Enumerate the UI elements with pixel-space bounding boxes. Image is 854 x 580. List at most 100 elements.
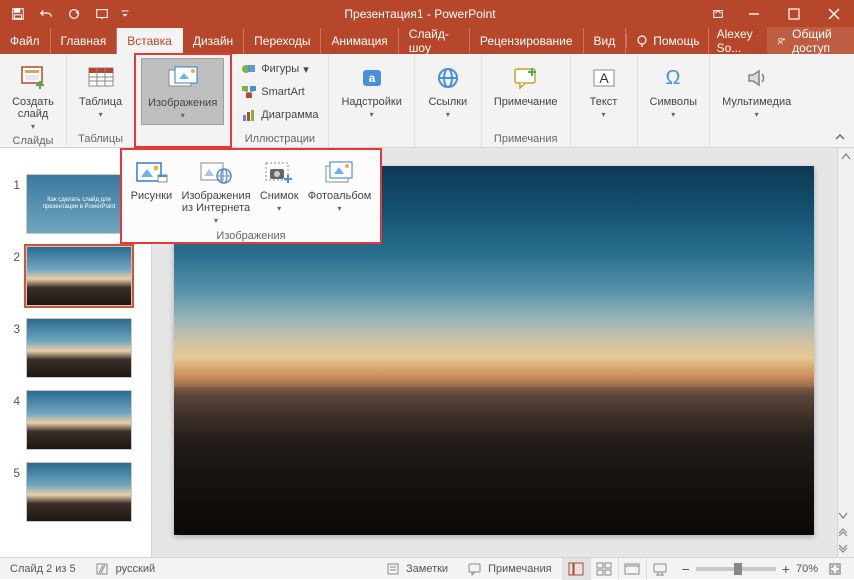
chevron-down-icon: ▾: [99, 110, 103, 119]
symbols-button[interactable]: Ω Символы ▾: [644, 58, 704, 123]
prev-slide-button[interactable]: [838, 523, 848, 540]
svg-text:A: A: [599, 70, 609, 86]
tab-home[interactable]: Главная: [51, 28, 118, 54]
account-name[interactable]: Alexey So...: [708, 27, 768, 55]
chart-button[interactable]: Диаграмма: [237, 104, 322, 126]
tab-file[interactable]: Файл: [0, 28, 51, 54]
close-button[interactable]: [814, 0, 854, 28]
thumbnail-slide-image[interactable]: Как сделать слайд для презентации в Powe…: [26, 174, 132, 234]
camera-icon: [262, 158, 296, 188]
table-icon: [85, 62, 117, 94]
chevron-down-icon: ▾: [31, 122, 35, 131]
ribbon-display-options-button[interactable]: [702, 0, 734, 28]
status-language[interactable]: русский: [86, 562, 165, 576]
reading-view-button[interactable]: [618, 558, 646, 580]
comments-button[interactable]: Примечание: [488, 58, 564, 112]
picture-icon: [134, 158, 168, 188]
smartart-button[interactable]: SmartArt: [237, 81, 322, 103]
fit-to-window-button[interactable]: [824, 558, 846, 580]
notes-button[interactable]: Заметки: [376, 562, 458, 576]
new-slide-button[interactable]: Создать слайд ▾: [6, 58, 60, 135]
media-button[interactable]: Мультимедиа ▾: [716, 58, 797, 123]
redo-button[interactable]: [62, 2, 86, 26]
qat-customize-button[interactable]: [118, 2, 132, 26]
new-slide-icon: [17, 62, 49, 94]
thumbnail-slide-image[interactable]: [26, 390, 132, 450]
spellcheck-icon: [96, 562, 110, 576]
scroll-down-button[interactable]: [838, 506, 848, 523]
collapse-ribbon-button[interactable]: [832, 129, 848, 145]
thumbnail-slide-image[interactable]: [26, 318, 132, 378]
gallery-label: Изображения: [122, 227, 380, 246]
group-media: Мультимедиа ▾ .: [710, 54, 803, 147]
tab-animation[interactable]: Анимация: [321, 28, 398, 54]
online-pictures-button[interactable]: Изображения из Интернета ▾: [179, 156, 252, 227]
ribbon-tab-strip: Файл Главная Вставка Дизайн Переходы Ани…: [0, 28, 854, 54]
photo-album-button[interactable]: Фотоальбом ▾: [306, 156, 374, 215]
window-controls: [702, 0, 854, 28]
thumbnail-slide-4[interactable]: 4: [0, 384, 151, 456]
links-button[interactable]: Ссылки ▾: [421, 58, 475, 123]
maximize-button[interactable]: [774, 0, 814, 28]
speaker-icon: [741, 62, 773, 94]
normal-view-button[interactable]: [562, 558, 590, 580]
chevron-down-icon: ▾: [446, 110, 450, 119]
comments-toggle-button[interactable]: Примечания: [458, 562, 562, 576]
group-illustrations: Фигуры ▾ SmartArt Диаграмма Иллюстрации: [231, 54, 329, 147]
addins-button[interactable]: a Надстройки ▾: [335, 58, 407, 123]
quick-access-toolbar: [0, 2, 138, 26]
zoom-out-button[interactable]: −: [682, 561, 690, 577]
share-label: Общий доступ: [792, 27, 844, 55]
addins-icon: a: [356, 62, 388, 94]
screenshot-button[interactable]: Снимок ▾: [258, 156, 301, 215]
tab-review[interactable]: Рецензирование: [470, 28, 584, 54]
group-links: Ссылки ▾ .: [415, 54, 482, 147]
tab-view[interactable]: Вид: [584, 28, 627, 54]
pictures-button[interactable]: Рисунки: [129, 156, 175, 204]
save-button[interactable]: [6, 2, 30, 26]
zoom-slider-thumb[interactable]: [734, 563, 742, 575]
status-slide-counter[interactable]: Слайд 2 из 5: [0, 563, 86, 575]
chevron-down-icon: ▾: [338, 204, 342, 213]
vertical-scrollbar[interactable]: [837, 148, 854, 557]
slideshow-view-button[interactable]: [646, 558, 674, 580]
zoom-in-button[interactable]: +: [782, 561, 790, 577]
zoom-slider[interactable]: [696, 567, 776, 571]
chevron-down-icon: ▾: [755, 110, 759, 119]
online-picture-icon: [199, 158, 233, 188]
tab-transitions[interactable]: Переходы: [244, 28, 321, 54]
link-icon: [432, 62, 464, 94]
omega-icon: Ω: [657, 62, 689, 94]
slide-sorter-view-button[interactable]: [590, 558, 618, 580]
scroll-up-button[interactable]: [838, 148, 854, 165]
share-button[interactable]: Общий доступ: [767, 27, 854, 55]
start-from-beginning-button[interactable]: [90, 2, 114, 26]
chevron-down-icon: ▾: [181, 111, 185, 120]
table-button[interactable]: Таблица ▾: [73, 58, 128, 123]
svg-text:Ω: Ω: [666, 67, 681, 89]
chevron-down-icon: ▾: [671, 110, 675, 119]
group-tables: Таблица ▾ Таблицы: [67, 54, 135, 147]
group-addins: a Надстройки ▾ .: [329, 54, 414, 147]
zoom-controls: − + 70%: [674, 558, 854, 580]
next-slide-button[interactable]: [838, 540, 848, 557]
chevron-down-icon: ▾: [214, 216, 218, 225]
help-label: Помощь: [653, 34, 699, 48]
chevron-down-icon: ▾: [602, 110, 606, 119]
thumbnail-slide-image[interactable]: [26, 246, 132, 306]
thumbnail-slide-2[interactable]: 2: [0, 240, 151, 312]
tab-insert[interactable]: Вставка: [117, 28, 183, 54]
undo-button[interactable]: [34, 2, 58, 26]
thumbnail-slide-5[interactable]: 5: [0, 456, 151, 528]
thumbnail-slide-image[interactable]: [26, 462, 132, 522]
images-dropdown-button[interactable]: Изображения ▾: [141, 58, 224, 125]
zoom-percentage[interactable]: 70%: [796, 563, 818, 575]
minimize-button[interactable]: [734, 0, 774, 28]
thumbnail-slide-3[interactable]: 3: [0, 312, 151, 384]
text-button[interactable]: A Текст ▾: [577, 58, 631, 123]
shapes-button[interactable]: Фигуры ▾: [237, 58, 322, 80]
tab-design[interactable]: Дизайн: [183, 28, 244, 54]
title-bar: Презентация1 - PowerPoint: [0, 0, 854, 28]
tell-me-help[interactable]: Помощь: [626, 34, 707, 48]
tab-slideshow[interactable]: Слайд-шоу: [399, 28, 470, 54]
